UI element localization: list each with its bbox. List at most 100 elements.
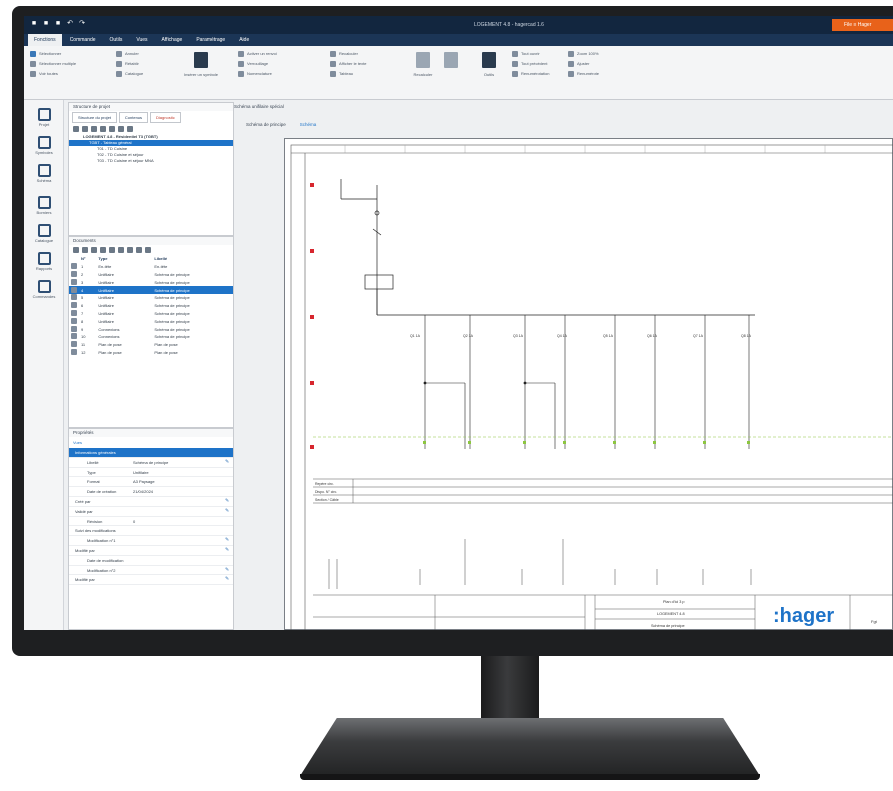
prop-value[interactable]: Schéma de principe (129, 458, 225, 467)
renumerote-button[interactable]: Renumérote (568, 69, 599, 79)
col-number-header[interactable]: N° (79, 255, 96, 263)
pencil-icon[interactable]: ✎ (225, 536, 233, 545)
down-icon[interactable] (145, 247, 151, 253)
redo-icon[interactable]: ↷ (78, 20, 86, 28)
rail-item-symboles[interactable]: Symboles (32, 136, 56, 160)
pencil-icon[interactable]: ✎ (225, 458, 233, 467)
table-row[interactable]: 5 Unifilaire Schéma de principe (69, 294, 233, 302)
properties-view-link[interactable]: Vues (69, 437, 233, 448)
multi-select-button[interactable]: Sélectionner multiple (30, 59, 76, 69)
select-button[interactable]: Sélectionner (30, 49, 76, 59)
zoom-100-button[interactable]: Zoom 100% (568, 49, 599, 59)
renumber-button[interactable]: Renumérotation (512, 69, 549, 79)
pencil-icon[interactable]: ✎ (225, 497, 233, 506)
menu-item-outils[interactable]: Outils (104, 34, 129, 46)
table-row[interactable]: 7 Unifilaire Schéma de principe (69, 309, 233, 318)
show-all-button[interactable]: Voir toutes (30, 69, 76, 79)
document-tab[interactable]: Schéma unifilaire spécial (234, 104, 284, 112)
table-row[interactable]: 6 Unifilaire Schéma de principe (69, 302, 233, 310)
lock-button[interactable]: Verrouillage (238, 59, 277, 69)
nomenclature-button[interactable]: Nomenclature (238, 69, 277, 79)
pencil-icon[interactable]: ✎ (225, 575, 233, 584)
insert-symbol-icon[interactable] (194, 52, 208, 68)
import-icon[interactable] (118, 247, 124, 253)
tools-icon[interactable] (482, 52, 496, 68)
tab-contents[interactable]: Contenus (118, 112, 149, 123)
prop-group-general[interactable]: Informations générales (69, 448, 233, 458)
prop-value[interactable]: A3 Paysage (129, 477, 225, 486)
tree-item-t03[interactable]: T03 - TD Cuisine et séjour MNA (69, 158, 233, 164)
table-row-selected[interactable]: 4 Unifilaire Schéma de principe (69, 286, 233, 294)
menu-item-affichage[interactable]: Affichage (156, 34, 189, 46)
activate-link-button[interactable]: Activer un renvoi (238, 49, 277, 59)
rail-item-projet[interactable]: Projet (32, 108, 56, 132)
menu-item-parametrage[interactable]: Paramétrage (190, 34, 231, 46)
undo-button[interactable]: Annuler (116, 49, 143, 59)
print-doc-icon[interactable] (127, 247, 133, 253)
open-doc-icon[interactable] (82, 247, 88, 253)
svg-text:Q2 1A: Q2 1A (463, 334, 474, 338)
table-row[interactable]: 3 Unifilaire Schéma de principe (69, 278, 233, 286)
table-row[interactable]: 2 Unifilaire Schéma de principe (69, 270, 233, 279)
prop-value[interactable] (129, 497, 225, 506)
move-up-icon[interactable] (109, 126, 115, 132)
tab-project-structure[interactable]: Structure du projet (72, 112, 117, 123)
catalogue-button[interactable]: Catalogue (116, 69, 143, 79)
tab-diagnostic[interactable]: Diagnostic (150, 112, 181, 123)
new-doc-icon[interactable] (73, 247, 79, 253)
up-icon[interactable] (136, 247, 142, 253)
rail-item-catalogue[interactable]: Catalogue (32, 224, 56, 248)
col-label-header[interactable]: Libellé (152, 255, 233, 263)
move-down-icon[interactable] (118, 126, 124, 132)
recalculate-icon[interactable] (416, 52, 430, 68)
copy-doc-icon[interactable] (91, 247, 97, 253)
fit-button[interactable]: Ajuster (568, 59, 599, 69)
account-button[interactable]: File ≡ Hager (832, 19, 893, 31)
prop-value[interactable]: Unifilaire (129, 468, 225, 477)
open-icon[interactable]: ■ (42, 20, 50, 28)
pencil-icon[interactable]: ✎ (225, 507, 233, 516)
open-all-button[interactable]: Tout ouvrir (512, 49, 549, 59)
tab-schema[interactable]: Schéma (300, 122, 317, 127)
prop-group-modifications[interactable]: Suivi des modifications (69, 526, 233, 537)
prop-value[interactable]: 21/04/2024 (129, 487, 225, 496)
col-type-header[interactable]: Type (96, 255, 152, 263)
pencil-icon[interactable]: ✎ (225, 546, 233, 555)
menu-item-aide[interactable]: Aide (233, 34, 255, 46)
table-button[interactable]: Tableau (330, 69, 367, 79)
table-row[interactable]: 11 Plan de pose Plan de pose (69, 341, 233, 349)
print-icon[interactable] (127, 126, 133, 132)
copy-icon[interactable] (82, 126, 88, 132)
rail-item-schema[interactable]: Schéma (32, 164, 56, 188)
table-row[interactable]: 12 Plan de pose Plan de pose (69, 348, 233, 357)
table-row[interactable]: 8 Unifilaire Schéma de principe (69, 317, 233, 325)
pencil-icon[interactable]: ✎ (225, 566, 233, 575)
add-icon[interactable] (73, 126, 79, 132)
tab-schema-principe[interactable]: Schéma de principe (246, 122, 286, 127)
new-icon[interactable]: ■ (54, 20, 62, 28)
prop-value[interactable]: 0 (129, 517, 225, 526)
prop-value[interactable] (129, 507, 225, 516)
table-row[interactable]: 10 Connexions Schéma de principe (69, 333, 233, 341)
redo-button[interactable]: Rétablir (116, 59, 143, 69)
undo-icon[interactable]: ↶ (66, 20, 74, 28)
show-text-button[interactable]: Afficher le texte (330, 59, 367, 69)
save-icon[interactable]: ■ (30, 20, 38, 28)
rail-item-rapports[interactable]: Rapports (32, 252, 56, 276)
document-icon (71, 294, 77, 301)
export-icon[interactable] (109, 247, 115, 253)
drawing-sheet[interactable]: Q1 1A Q2 1A Q3 1A Q4 1A Q5 1A Q6 1A Q7 1A Q8… (284, 138, 893, 630)
previous-button[interactable]: Tout précédent (512, 59, 549, 69)
delete-icon[interactable] (100, 126, 106, 132)
table-row[interactable]: 9 Connexions Schéma de principe (69, 325, 233, 333)
rail-item-borniers[interactable]: Borniers (32, 196, 56, 220)
recalc-small-button[interactable]: Recalculer (330, 49, 367, 59)
menu-item-fonctions[interactable]: Fonctions (28, 34, 62, 46)
menu-item-vues[interactable]: Vues (130, 34, 153, 46)
table-row[interactable]: 1 En-tête En-tête (69, 263, 233, 271)
menu-item-commande[interactable]: Commande (64, 34, 102, 46)
power-icon[interactable] (444, 52, 458, 68)
rail-item-commandes[interactable]: Commandes (32, 280, 56, 304)
paste-icon[interactable] (91, 126, 97, 132)
paste-doc-icon[interactable] (100, 247, 106, 253)
